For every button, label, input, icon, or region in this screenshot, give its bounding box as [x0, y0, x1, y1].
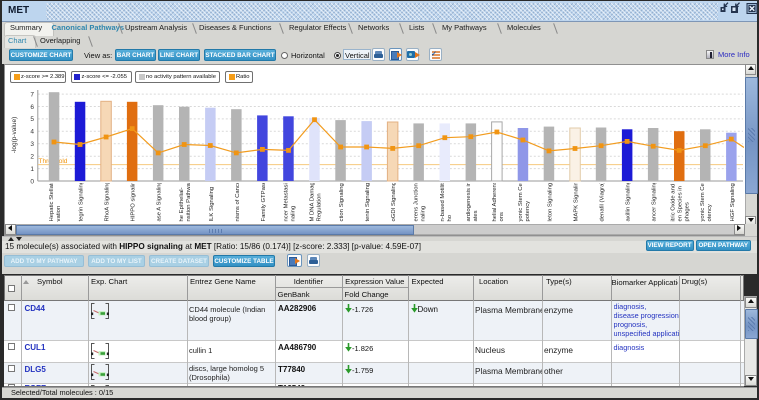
svg-text:Hepatic Stellatevation: Hepatic Stellatevation	[49, 180, 62, 222]
svg-text:5: 5	[30, 116, 34, 123]
svg-text:6: 6	[30, 104, 34, 111]
svg-text:Family GTPases: Family GTPases	[261, 178, 267, 222]
svg-text:0: 0	[30, 178, 34, 185]
svg-text:he Epithelial-nsition Pathway: he Epithelial-nsition Pathway	[179, 180, 192, 221]
svg-text:ction Signaling: ction Signaling	[339, 183, 345, 221]
svg-text:n-based Motilityho: n-based Motilityho	[440, 180, 453, 221]
svg-text:-log(p-value): -log(p-value)	[11, 117, 18, 154]
svg-text:4: 4	[30, 129, 34, 136]
svg-text:RhoA Signaling: RhoA Signaling	[105, 181, 111, 221]
svg-text:2: 2	[30, 154, 34, 161]
svg-text:3: 3	[30, 141, 34, 148]
svg-text:tegrin Signaling: tegrin Signaling	[79, 181, 85, 222]
svg-text:ancer Signaling: ancer Signaling	[652, 181, 658, 222]
svg-text:nisms of Cancer: nisms of Cancer	[235, 179, 241, 222]
svg-text:helial Adherensons: helial Adherensons	[492, 181, 505, 221]
svg-text:leton Signaling: leton Signaling	[548, 183, 554, 222]
svg-text:yonic Stem Cellotency: yonic Stem Cellotency	[700, 181, 713, 222]
svg-text:1: 1	[30, 166, 34, 173]
svg-text:ardiogenesis inates: ardiogenesis inates	[466, 182, 479, 222]
svg-text:M DNA DamageRegulation: M DNA DamageRegulation	[310, 178, 323, 221]
svg-text:tenin Signaling: tenin Signaling	[365, 183, 371, 222]
svg-text:ncer Metastasisnaling: ncer Metastasisnaling	[284, 180, 297, 221]
svg-text:HGF Signaling: HGF Signaling	[730, 183, 736, 221]
svg-text:ILK Signaling: ILK Signaling	[209, 187, 215, 222]
svg-text:yonic Stem Cellpotency: yonic Stem Cellpotency	[518, 181, 531, 222]
svg-text:MAPK Signaling: MAPK Signaling	[574, 179, 580, 222]
svg-text:7: 7	[30, 91, 34, 98]
svg-text:itric Oxide anden Species inph: itric Oxide anden Species inphages	[671, 184, 691, 222]
svg-text:HIPPO signaling: HIPPO signaling	[131, 178, 137, 221]
svg-text:axillin Signaling: axillin Signaling	[626, 181, 632, 222]
svg-text:oGDI Signaling: oGDI Signaling	[391, 182, 397, 222]
svg-text:denafil (Viagra): denafil (Viagra)	[600, 182, 606, 222]
svg-text:ase A Signaling: ase A Signaling	[157, 181, 163, 221]
svg-text:erens Junctionnaling: erens Junctionnaling	[414, 183, 427, 221]
